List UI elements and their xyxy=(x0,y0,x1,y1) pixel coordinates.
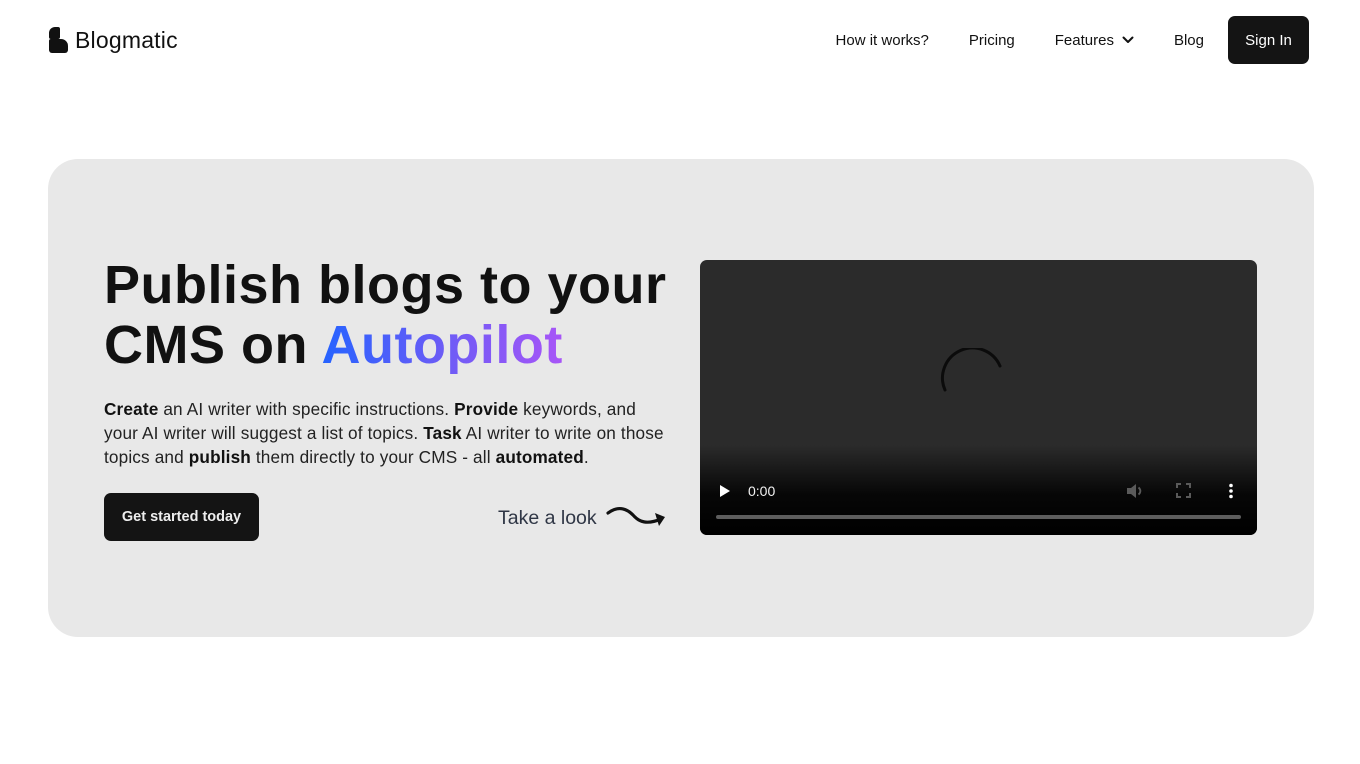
description-emphasis: automated xyxy=(495,446,584,467)
logo-icon xyxy=(48,26,68,54)
nav-how-it-works-label: How it works? xyxy=(835,31,929,49)
nav-pricing[interactable]: Pricing xyxy=(969,32,1015,49)
take-a-look-label: Take a look xyxy=(498,506,597,529)
video-controls: 0:00 xyxy=(700,465,1257,535)
hero-title-line2: CMS on xyxy=(104,315,322,375)
nav-blog-label: Blog xyxy=(1173,31,1204,49)
play-icon[interactable] xyxy=(719,484,731,498)
site-header: Blogmatic How it works? Pricing Features… xyxy=(0,0,1360,80)
nav-features-dropdown[interactable]: Features xyxy=(1055,32,1134,49)
video-current-time: 0:00 xyxy=(748,483,776,499)
fullscreen-icon[interactable] xyxy=(1176,483,1191,498)
sign-in-button[interactable]: Sign In xyxy=(1228,16,1309,64)
more-options-icon[interactable] xyxy=(1228,483,1234,499)
nav-blog[interactable]: Blog xyxy=(1174,32,1204,49)
hero-title: Publish blogs to your CMS on Autopilot xyxy=(104,255,667,375)
main-nav: How it works? Pricing Features Blog Sign… xyxy=(836,16,1309,64)
description-text: . xyxy=(583,446,589,467)
nav-pricing-label: Pricing xyxy=(968,31,1015,49)
volume-icon[interactable] xyxy=(1126,483,1144,499)
hero-title-highlight: Autopilot xyxy=(321,315,563,375)
video-progress-bar[interactable] xyxy=(716,515,1241,519)
video-player[interactable]: 0:00 xyxy=(700,260,1257,535)
description-emphasis: Create xyxy=(104,399,159,419)
hero-description: Create an AI writer with specific instru… xyxy=(104,398,674,469)
description-text: them directly to your CMS - all xyxy=(250,446,496,467)
logo-text: Blogmatic xyxy=(75,26,178,53)
hero-section: Publish blogs to your CMS on Autopilot C… xyxy=(48,159,1314,637)
chevron-down-icon xyxy=(1122,36,1134,43)
logo[interactable]: Blogmatic xyxy=(48,26,178,54)
hero-title-line1: Publish blogs to your xyxy=(104,255,667,315)
squiggle-arrow-icon xyxy=(606,506,665,526)
nav-how-it-works[interactable]: How it works? xyxy=(836,32,929,49)
take-a-look-link[interactable]: Take a look xyxy=(498,505,667,531)
description-emphasis: Task xyxy=(423,422,462,443)
description-emphasis: publish xyxy=(188,446,251,467)
get-started-button[interactable]: Get started today xyxy=(104,493,259,541)
description-text: an AI writer with specific instructions. xyxy=(158,399,455,419)
loading-spinner-icon xyxy=(941,348,1002,392)
description-emphasis: Provide xyxy=(454,399,519,419)
nav-features-label: Features xyxy=(1054,31,1114,49)
